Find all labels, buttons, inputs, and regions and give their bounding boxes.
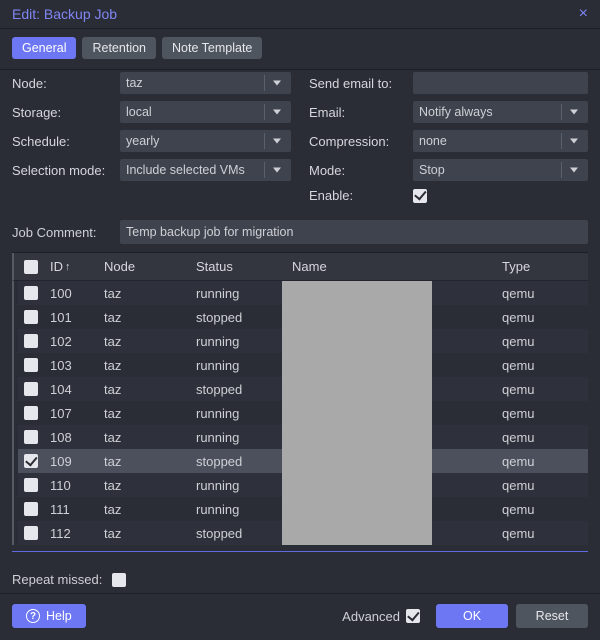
cell-id: 101 <box>44 305 98 329</box>
col-type[interactable]: Type <box>436 253 588 280</box>
cell-id: 111 <box>44 497 98 521</box>
grid-header: ID↑ Node Status Name Type <box>12 253 588 281</box>
tab-note-template[interactable]: Note Template <box>162 37 262 59</box>
cell-node: taz <box>98 521 190 545</box>
schedule-select[interactable]: yearly <box>120 130 291 152</box>
cell-type: qemu <box>436 449 588 473</box>
cell-status: stopped <box>190 521 286 545</box>
cell-id: 108 <box>44 425 98 449</box>
cell-node: taz <box>98 305 190 329</box>
email-select[interactable]: Notify always <box>413 101 588 123</box>
row-checkbox[interactable] <box>24 358 38 372</box>
enable-label: Enable: <box>309 188 405 203</box>
cell-status: running <box>190 497 286 521</box>
email-label: Email: <box>309 105 405 120</box>
cell-status: running <box>190 353 286 377</box>
row-checkbox[interactable] <box>24 310 38 324</box>
dialog-title: Edit: Backup Job <box>12 6 117 22</box>
cell-node: taz <box>98 425 190 449</box>
cell-status: running <box>190 473 286 497</box>
row-checkbox[interactable] <box>24 430 38 444</box>
advanced-label: Advanced <box>342 609 400 624</box>
cell-node: taz <box>98 401 190 425</box>
cell-id: 100 <box>44 281 98 305</box>
job-comment-input[interactable]: Temp backup job for migration <box>120 220 588 244</box>
job-comment-label: Job Comment: <box>12 225 112 240</box>
cell-type: qemu <box>436 377 588 401</box>
cell-type: qemu <box>436 401 588 425</box>
cell-status: running <box>190 281 286 305</box>
node-label: Node: <box>12 76 112 91</box>
ok-button[interactable]: OK <box>436 604 508 628</box>
row-checkbox[interactable] <box>24 286 38 300</box>
storage-select[interactable]: local <box>120 101 291 123</box>
cell-id: 110 <box>44 473 98 497</box>
cell-type: qemu <box>436 281 588 305</box>
cell-id: 104 <box>44 377 98 401</box>
cell-type: qemu <box>436 353 588 377</box>
storage-label: Storage: <box>12 105 112 120</box>
cell-node: taz <box>98 497 190 521</box>
row-checkbox[interactable] <box>24 334 38 348</box>
selection-mode-label: Selection mode: <box>12 163 112 178</box>
row-checkbox[interactable] <box>24 478 38 492</box>
cell-type: qemu <box>436 473 588 497</box>
cell-status: stopped <box>190 449 286 473</box>
row-checkbox[interactable] <box>24 502 38 516</box>
cell-node: taz <box>98 473 190 497</box>
col-name[interactable]: Name <box>286 253 436 280</box>
cell-node: taz <box>98 281 190 305</box>
cell-status: running <box>190 425 286 449</box>
row-checkbox[interactable] <box>24 454 38 468</box>
tab-retention[interactable]: Retention <box>82 37 156 59</box>
cell-status: running <box>190 329 286 353</box>
node-select[interactable]: taz <box>120 72 291 94</box>
send-email-label: Send email to: <box>309 76 405 91</box>
repeat-missed-label: Repeat missed: <box>12 572 102 587</box>
cell-type: qemu <box>436 497 588 521</box>
help-button[interactable]: ? Help <box>12 604 86 628</box>
cell-type: qemu <box>436 425 588 449</box>
row-checkbox[interactable] <box>24 382 38 396</box>
name-column-block <box>282 281 432 545</box>
grid-checkbox-all[interactable] <box>24 260 38 274</box>
grid-footer-rule <box>12 551 588 552</box>
compression-select[interactable]: none <box>413 130 588 152</box>
cell-id: 102 <box>44 329 98 353</box>
mode-label: Mode: <box>309 163 405 178</box>
row-checkbox[interactable] <box>24 406 38 420</box>
cell-type: qemu <box>436 521 588 545</box>
cell-id: 112 <box>44 521 98 545</box>
compression-label: Compression: <box>309 134 405 149</box>
selection-mode-select[interactable]: Include selected VMs <box>120 159 291 181</box>
row-checkbox[interactable] <box>24 526 38 540</box>
enable-checkbox[interactable] <box>413 189 427 203</box>
cell-node: taz <box>98 449 190 473</box>
cell-id: 107 <box>44 401 98 425</box>
schedule-label: Schedule: <box>12 134 112 149</box>
grid-body: 100tazrunningqemu101tazstoppedqemu102taz… <box>12 281 588 545</box>
close-icon[interactable]: × <box>579 6 588 22</box>
cell-type: qemu <box>436 305 588 329</box>
col-id[interactable]: ID↑ <box>44 253 98 280</box>
cell-status: running <box>190 401 286 425</box>
cell-id: 109 <box>44 449 98 473</box>
advanced-checkbox[interactable] <box>406 609 420 623</box>
cell-type: qemu <box>436 329 588 353</box>
cell-status: stopped <box>190 305 286 329</box>
sort-asc-icon: ↑ <box>65 261 71 273</box>
cell-id: 103 <box>44 353 98 377</box>
col-node[interactable]: Node <box>98 253 190 280</box>
cell-node: taz <box>98 353 190 377</box>
cell-status: stopped <box>190 377 286 401</box>
col-status[interactable]: Status <box>190 253 286 280</box>
reset-button[interactable]: Reset <box>516 604 588 628</box>
cell-node: taz <box>98 377 190 401</box>
cell-node: taz <box>98 329 190 353</box>
mode-select[interactable]: Stop <box>413 159 588 181</box>
repeat-missed-checkbox[interactable] <box>112 573 126 587</box>
send-email-input[interactable] <box>413 72 588 94</box>
tab-general[interactable]: General <box>12 37 76 59</box>
help-icon: ? <box>26 609 40 623</box>
